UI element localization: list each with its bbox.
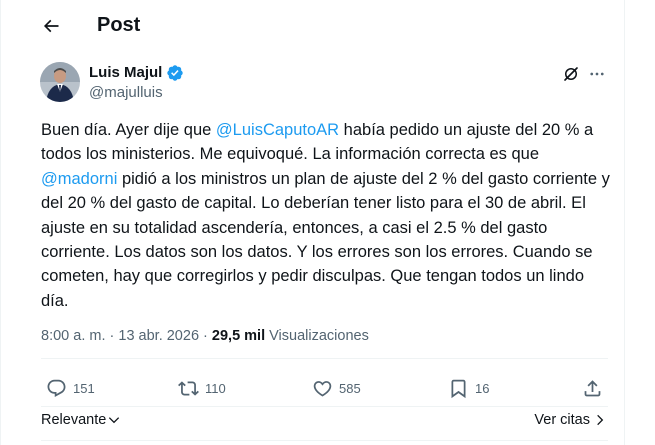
post-date[interactable]: 13 abr. 2026	[118, 328, 199, 344]
reply-button[interactable]: 151	[46, 375, 95, 401]
arrow-left-icon	[43, 19, 59, 33]
share-button[interactable]	[582, 375, 603, 401]
author-name-text: Luis Majul	[89, 64, 163, 81]
divider	[41, 406, 608, 407]
author-avatar[interactable]	[40, 62, 80, 102]
post-header: Post	[0, 0, 624, 52]
like-button[interactable]: 585	[312, 375, 361, 401]
repost-count: 110	[205, 380, 226, 396]
grok-icon	[564, 67, 578, 81]
back-button[interactable]	[33, 8, 69, 44]
bookmark-icon	[451, 379, 466, 398]
more-options-button[interactable]	[586, 63, 608, 85]
meta-separator: ·	[105, 328, 119, 344]
reply-icon	[47, 379, 66, 397]
chevron-down-icon	[109, 417, 120, 424]
reply-count: 151	[73, 380, 95, 396]
views-label: Visualizaciones	[265, 328, 369, 344]
see-quotes-label: Ver citas	[534, 412, 590, 428]
avatar-photo-icon	[40, 62, 80, 102]
post-meta: 8:00 a. m. · 13 abr. 2026 · 29,5 mil Vis…	[41, 327, 369, 345]
tweet-text-part-3: pidió a los ministros un plan de ajuste …	[41, 169, 610, 310]
repost-button[interactable]: 110	[178, 375, 226, 401]
column-border-left	[0, 0, 1, 445]
mention-link-luiscaputoar[interactable]: @LuisCaputoAR	[216, 121, 339, 139]
action-bar: 151 110 585 16	[41, 375, 608, 401]
bookmark-button[interactable]: 16	[448, 375, 489, 401]
heart-icon	[313, 380, 332, 397]
author-name[interactable]: Luis Majul	[89, 64, 184, 82]
sort-label: Relevante	[41, 412, 107, 428]
divider	[41, 358, 608, 359]
verified-badge-icon	[167, 65, 184, 81]
post-page: Post Luis Majul @majulluis Buen día. Aye…	[0, 0, 655, 445]
tweet-text-part-1: Buen día. Ayer dije que	[41, 121, 216, 139]
divider	[41, 440, 608, 441]
mention-link-madorni[interactable]: @madorni	[41, 170, 117, 188]
column-border-right	[624, 0, 625, 445]
repost-icon	[178, 380, 199, 396]
author-handle[interactable]: @majulluis	[89, 84, 163, 102]
page-title: Post	[97, 14, 141, 36]
chevron-right-icon	[597, 414, 604, 426]
meta-separator: ·	[199, 328, 212, 344]
views-count: 29,5 mil	[211, 328, 266, 344]
sort-replies-dropdown[interactable]: Relevante	[41, 412, 121, 428]
tweet-text: Buen día. Ayer dije que @LuisCaputoAR ha…	[41, 118, 613, 313]
see-quotes-link[interactable]: Ver citas	[534, 412, 607, 428]
share-icon	[584, 379, 601, 396]
like-count: 585	[339, 380, 361, 396]
more-dots-icon	[590, 72, 604, 76]
post-time[interactable]: 8:00 a. m.	[41, 328, 105, 344]
bookmark-count: 16	[475, 380, 490, 396]
grok-button[interactable]	[560, 63, 582, 85]
